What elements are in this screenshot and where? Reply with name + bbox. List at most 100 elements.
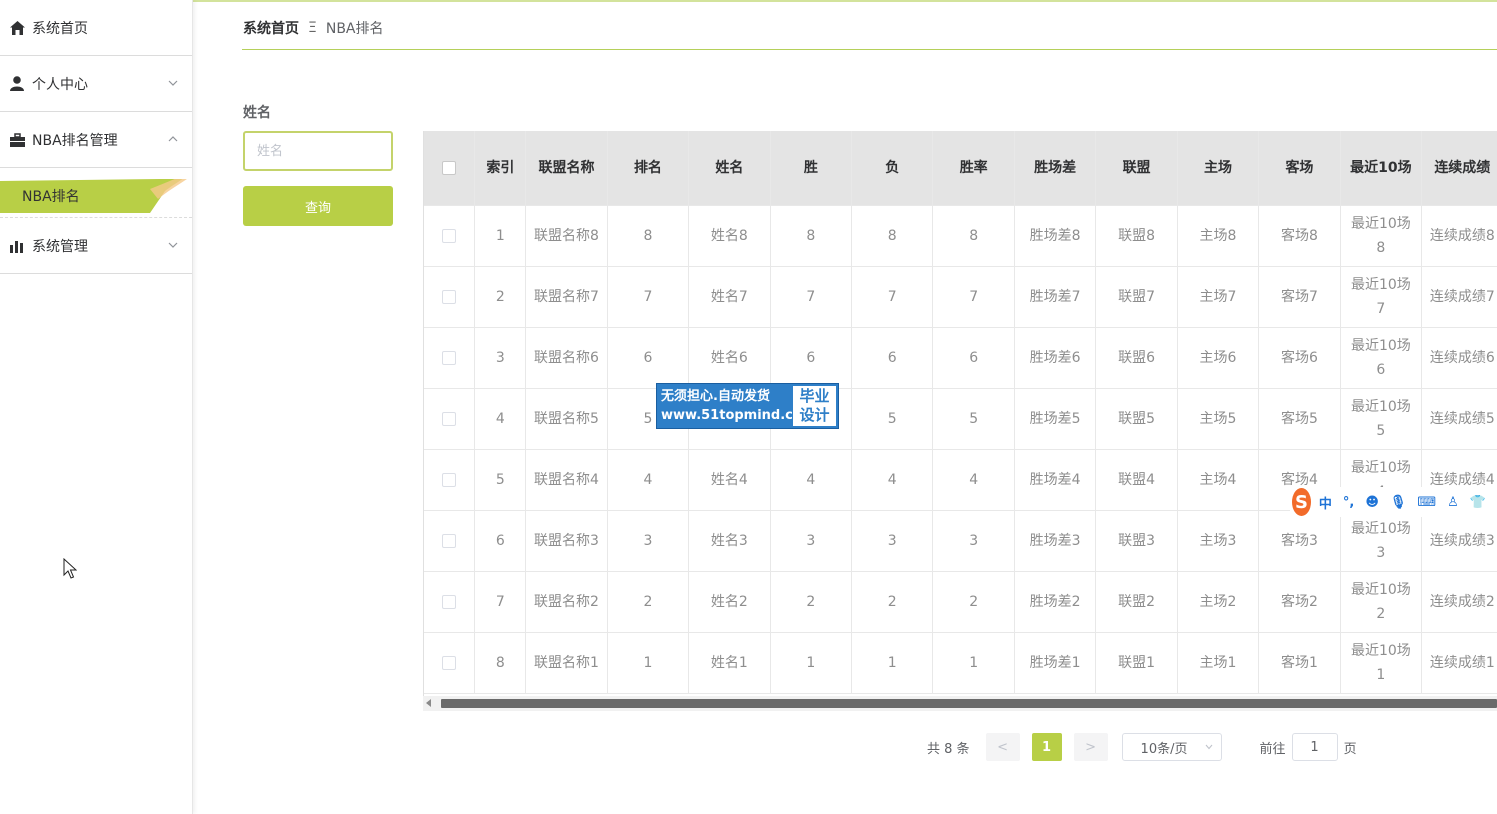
ime-toolbar[interactable]: S 中 °, ☻ 🎙 ⌨ ♙ 👕 bbox=[1290, 487, 1497, 517]
table-cell: 1 bbox=[474, 205, 527, 267]
row-checkbox[interactable] bbox=[442, 594, 457, 609]
table-row[interactable]: 7 联盟名称2 2 姓名2 2 2 2 胜场差2 联盟2 主场2 客场2 最近10场2 连续成绩2 bbox=[424, 571, 1497, 633]
sogou-logo-icon[interactable]: S bbox=[1292, 488, 1311, 516]
prev-page-button[interactable]: < bbox=[985, 733, 1020, 761]
table-cell: 胜场差5 bbox=[1014, 388, 1097, 450]
table-row[interactable]: 8 联盟名称1 1 姓名1 1 1 1 胜场差1 联盟1 主场1 客场1 最近10场1 连续成绩1 bbox=[424, 632, 1497, 694]
row-checkbox[interactable] bbox=[442, 228, 457, 243]
select-all-checkbox[interactable] bbox=[442, 160, 457, 175]
table-cell: 最近10场6 bbox=[1340, 327, 1423, 389]
watermark-banner: 无须担心.自动发货 www.51topmind.com 毕业 设计 bbox=[656, 383, 839, 429]
sidebar-item-system-management[interactable]: 系统管理 bbox=[0, 218, 192, 274]
ime-punctuation-toggle[interactable]: °, bbox=[1343, 495, 1354, 510]
row-checkbox-cell bbox=[424, 266, 476, 328]
table-row[interactable]: 6 联盟名称3 3 姓名3 3 3 3 胜场差3 联盟3 主场3 客场3 最近10场3 连续成绩3 bbox=[424, 510, 1497, 572]
page-size-select[interactable]: 10条/页 bbox=[1121, 733, 1222, 761]
table-cell: 连续成绩6 bbox=[1421, 327, 1497, 389]
sidebar-subitem-label: NBA排名 bbox=[22, 189, 80, 205]
table-cell: 6 bbox=[474, 510, 527, 572]
page-number-button[interactable]: 1 bbox=[1031, 733, 1062, 761]
table-cell: 联盟名称8 bbox=[525, 205, 608, 267]
table-cell: 联盟8 bbox=[1095, 205, 1178, 267]
row-checkbox[interactable] bbox=[442, 655, 457, 670]
mouse-cursor-icon bbox=[63, 558, 77, 579]
table-row[interactable]: 3 联盟名称6 6 姓名6 6 6 6 胜场差6 联盟6 主场6 客场6 最近10场6 连续成绩6 bbox=[424, 327, 1497, 389]
watermark-right1: 毕业 bbox=[799, 387, 830, 405]
column-header: 联盟名称 bbox=[525, 131, 608, 206]
sidebar-item-label: 个人中心 bbox=[32, 76, 88, 93]
row-checkbox[interactable] bbox=[442, 350, 457, 365]
skin-shirt-icon[interactable]: 👕 bbox=[1470, 495, 1486, 510]
column-header: 客场 bbox=[1258, 131, 1341, 206]
chevron-down-icon bbox=[168, 242, 178, 248]
user-settings-icon[interactable]: ♙ bbox=[1447, 495, 1459, 510]
table-cell: 姓名3 bbox=[688, 510, 771, 572]
table-cell: 7 bbox=[607, 266, 690, 328]
row-checkbox[interactable] bbox=[442, 472, 457, 487]
table-cell: 4 bbox=[770, 449, 853, 511]
table-cell: 胜场差7 bbox=[1014, 266, 1097, 328]
scroll-left-arrow-icon[interactable] bbox=[426, 699, 431, 707]
table-cell: 客场8 bbox=[1258, 205, 1341, 267]
table-row[interactable]: 1 联盟名称8 8 姓名8 8 8 8 胜场差8 联盟8 主场8 客场8 最近10场8 连续成绩8 bbox=[424, 205, 1497, 267]
table-cell: 最近10场3 bbox=[1340, 510, 1423, 572]
watermark-right2: 设计 bbox=[799, 406, 830, 424]
column-header: 胜率 bbox=[932, 131, 1015, 206]
chevron-down-icon bbox=[168, 80, 178, 86]
chevron-up-icon bbox=[168, 136, 178, 142]
table-cell: 连续成绩5 bbox=[1421, 388, 1497, 450]
table-row[interactable]: 2 联盟名称7 7 姓名7 7 7 7 胜场差7 联盟7 主场7 客场7 最近10场7 连续成绩7 bbox=[424, 266, 1497, 328]
table-cell: 6 bbox=[932, 327, 1015, 389]
sidebar-subitem-nba-ranking[interactable]: NBA排名 bbox=[0, 168, 192, 218]
table-cell: 联盟1 bbox=[1095, 632, 1178, 694]
chevron-down-icon bbox=[1205, 744, 1212, 750]
next-page-button[interactable]: > bbox=[1073, 733, 1108, 761]
table-cell: 姓名4 bbox=[688, 449, 771, 511]
scrollbar-thumb[interactable] bbox=[441, 699, 1497, 708]
microphone-icon[interactable]: 🎙 bbox=[1390, 495, 1407, 510]
query-button[interactable]: 查询 bbox=[243, 186, 393, 226]
table-cell: 7 bbox=[932, 266, 1015, 328]
table-cell: 主场7 bbox=[1177, 266, 1260, 328]
breadcrumb-home[interactable]: 系统首页 bbox=[243, 18, 299, 38]
table-cell: 主场4 bbox=[1177, 449, 1260, 511]
table-cell: 客场3 bbox=[1258, 510, 1341, 572]
horizontal-scrollbar[interactable] bbox=[423, 696, 1497, 711]
table-cell: 2 bbox=[770, 571, 853, 633]
table-cell: 主场2 bbox=[1177, 571, 1260, 633]
table-cell: 3 bbox=[932, 510, 1015, 572]
keyboard-icon[interactable]: ⌨ bbox=[1417, 495, 1436, 510]
row-checkbox[interactable] bbox=[442, 533, 457, 548]
table-cell: 联盟名称1 bbox=[525, 632, 608, 694]
table-cell: 客场5 bbox=[1258, 388, 1341, 450]
table-cell: 姓名8 bbox=[688, 205, 771, 267]
row-checkbox[interactable] bbox=[442, 411, 457, 426]
table-cell: 6 bbox=[851, 327, 934, 389]
row-checkbox-cell bbox=[424, 205, 476, 267]
table-cell: 主场6 bbox=[1177, 327, 1260, 389]
table-cell: 2 bbox=[851, 571, 934, 633]
table-cell: 7 bbox=[851, 266, 934, 328]
table-cell: 姓名2 bbox=[688, 571, 771, 633]
table-cell: 连续成绩2 bbox=[1421, 571, 1497, 633]
sidebar-item-nba-ranking-management[interactable]: NBA排名管理 bbox=[0, 112, 192, 168]
row-checkbox-cell bbox=[424, 632, 476, 694]
sidebar-item-personal-center[interactable]: 个人中心 bbox=[0, 56, 192, 112]
emoji-icon[interactable]: ☻ bbox=[1365, 495, 1379, 510]
table-cell: 最近10场8 bbox=[1340, 205, 1423, 267]
table-cell: 联盟5 bbox=[1095, 388, 1178, 450]
table-cell: 1 bbox=[607, 632, 690, 694]
row-checkbox[interactable] bbox=[442, 289, 457, 304]
home-icon bbox=[9, 20, 25, 36]
table-cell: 联盟6 bbox=[1095, 327, 1178, 389]
ime-mode-toggle[interactable]: 中 bbox=[1319, 493, 1332, 512]
table-cell: 连续成绩1 bbox=[1421, 632, 1497, 694]
watermark-line1: 无须担心.自动发货 bbox=[661, 389, 770, 404]
column-header: 主场 bbox=[1177, 131, 1260, 206]
table-cell: 胜场差1 bbox=[1014, 632, 1097, 694]
table-row[interactable]: 4联盟名称55姓名5555胜场差5联盟5主场5客场5最近10场5连续成绩5 bbox=[424, 388, 1497, 450]
sidebar-item-home[interactable]: 系统首页 bbox=[0, 0, 192, 56]
name-search-input[interactable] bbox=[243, 131, 393, 171]
table-cell: 最近10场5 bbox=[1340, 388, 1423, 450]
goto-page-input[interactable] bbox=[1291, 733, 1338, 761]
